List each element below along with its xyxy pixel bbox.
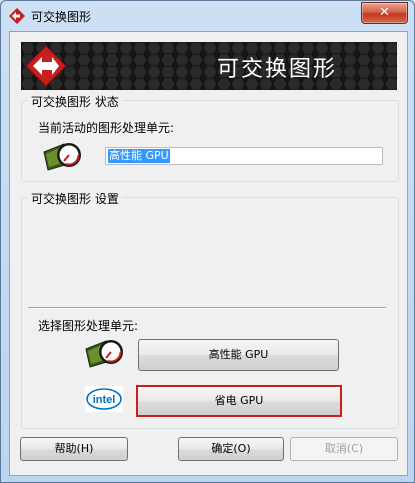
close-button[interactable]: ✕ [361, 2, 408, 24]
active-gpu-label: 当前活动的图形处理单元: [38, 121, 175, 135]
hex-pattern [21, 42, 397, 90]
intel-logo-icon: intel [86, 388, 122, 410]
amd-logo-icon [25, 45, 67, 87]
dialog-window: 可交换图形 ✕ 可交换图形 可交换图形 状态 当前活动的图形处理单元: 高性能 … [0, 0, 415, 483]
client-area: 可交换图形 可交换图形 状态 当前活动的图形处理单元: 高性能 GPU 可交换图… [9, 31, 408, 476]
header-banner: 可交换图形 [21, 42, 397, 90]
gpu-gauge-icon [43, 143, 81, 171]
intel-logo: intel [85, 386, 123, 412]
high-performance-gpu-icon [85, 340, 123, 368]
active-gpu-field[interactable]: 高性能 GPU [105, 147, 383, 165]
intel-logo-text: intel [93, 394, 116, 406]
high-performance-gpu-button[interactable]: 高性能 GPU [138, 339, 339, 371]
title-bar[interactable]: 可交换图形 ✕ [1, 1, 414, 31]
cancel-button[interactable]: 取消(C) [290, 437, 398, 461]
window-title: 可交换图形 [31, 10, 92, 24]
settings-divider [28, 307, 386, 309]
select-gpu-label: 选择图形处理单元: [38, 319, 139, 333]
status-group-label: 可交换图形 状态 [28, 93, 122, 110]
power-saving-gpu-button[interactable]: 省电 GPU [136, 385, 342, 417]
amd-arrows-icon [9, 8, 25, 24]
help-button[interactable]: 帮助(H) [20, 437, 128, 461]
active-gpu-value: 高性能 GPU [108, 149, 170, 163]
banner-title: 可交换图形 [216, 57, 337, 82]
settings-group-label: 可交换图形 设置 [28, 190, 122, 207]
ok-button[interactable]: 确定(O) [178, 437, 284, 461]
